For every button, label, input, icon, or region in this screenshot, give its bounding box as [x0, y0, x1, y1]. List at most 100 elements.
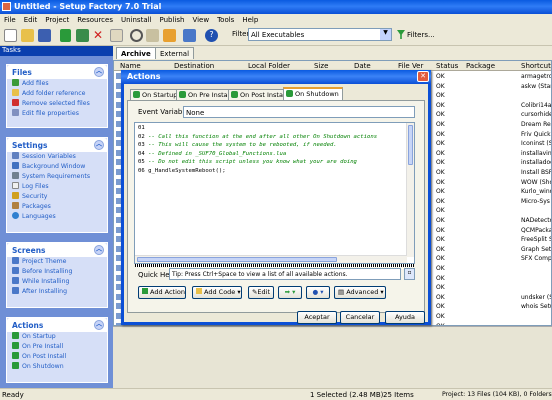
chevron-up-icon[interactable]: ︿ — [94, 245, 104, 255]
task-session-variables[interactable]: Session Variables — [7, 152, 107, 162]
tab-on-startup[interactable]: On Startup — [130, 89, 182, 100]
add-file-icon[interactable] — [60, 29, 71, 42]
task-after-installing[interactable]: After Installing — [7, 287, 107, 297]
menu-uninstall[interactable]: Uninstall — [117, 14, 156, 24]
chevron-up-icon[interactable]: ︿ — [94, 320, 104, 330]
task-system-requirements[interactable]: System Requirements — [7, 172, 107, 182]
filter-select[interactable]: All Executables ▼ — [248, 28, 392, 41]
column-destination[interactable]: Destination — [174, 62, 214, 70]
status-cell: OK — [436, 73, 445, 80]
actions-panel-title: Actions — [12, 321, 44, 330]
add-folder-icon[interactable] — [76, 29, 89, 42]
column-status[interactable]: Status — [436, 62, 458, 70]
task-edit-file-properties[interactable]: Edit file properties — [7, 109, 107, 119]
bottom-panel — [113, 326, 552, 388]
action-icon — [12, 352, 19, 359]
help-icon[interactable]: ? — [205, 29, 218, 42]
help-button[interactable]: Ayuda — [385, 311, 425, 324]
screens-panel-title: Screens — [12, 246, 46, 255]
chevron-up-icon[interactable]: ︿ — [94, 140, 104, 150]
task-label: System Requirements — [22, 173, 91, 180]
tab-archive[interactable]: Archive — [116, 47, 156, 59]
task-background-window[interactable]: Background Window — [7, 162, 107, 172]
theme-icon — [12, 257, 19, 264]
column-package[interactable]: Package — [466, 62, 495, 70]
menu-file[interactable]: File — [0, 14, 20, 24]
menu-project[interactable]: Project — [41, 14, 73, 24]
search-icon[interactable] — [130, 29, 143, 42]
column-shortcut[interactable]: Shortcut — [521, 62, 551, 70]
column-file-ver[interactable]: File Ver — [398, 62, 423, 70]
action-icon — [179, 91, 186, 98]
tab-on-pre-install[interactable]: On Pre Install — [176, 89, 236, 100]
save-icon[interactable] — [38, 29, 51, 42]
close-icon[interactable]: ✕ — [417, 71, 429, 82]
task-on-shutdown[interactable]: On Shutdown — [7, 362, 107, 372]
horizontal-scrollbar[interactable] — [135, 255, 407, 263]
menu-tools[interactable]: Tools — [213, 14, 238, 24]
ok-button[interactable]: Aceptar — [297, 311, 337, 324]
column-date[interactable]: Date — [354, 62, 371, 70]
quick-help-expand-icon[interactable]: ▫ — [404, 268, 415, 280]
open-folder-icon[interactable] — [21, 29, 34, 42]
screen-icon — [12, 277, 19, 284]
delete-icon[interactable]: ✕ — [93, 29, 106, 42]
script-editor[interactable]: 01 02 -- Call this function at the end a… — [134, 122, 415, 264]
build-icon[interactable] — [163, 29, 176, 42]
publish-icon[interactable] — [183, 29, 196, 42]
tab-on-post-install[interactable]: On Post Install — [228, 89, 291, 100]
cancel-button[interactable]: Cancelar — [340, 311, 380, 324]
screens-icon[interactable] — [146, 29, 159, 42]
move-button[interactable]: ➡ ▾ — [278, 286, 302, 299]
shortcut-cell: Dream Rer — [521, 121, 552, 128]
task-languages[interactable]: Languages — [7, 212, 107, 222]
status-cell: OK — [436, 169, 445, 176]
edit-button[interactable]: ✎Edit — [248, 286, 274, 299]
task-on-startup[interactable]: On Startup — [7, 332, 107, 342]
event-variables-value: None — [186, 109, 205, 117]
menu-help[interactable]: Help — [238, 14, 262, 24]
column-local-folder[interactable]: Local Folder — [248, 62, 290, 70]
task-project-theme[interactable]: Project Theme — [7, 257, 107, 267]
advanced-button[interactable]: ▤ Advanced ▾ — [334, 286, 386, 299]
status-project: Project: 13 Files (104 KB), 0 Folders — [442, 391, 552, 398]
task-while-installing[interactable]: While Installing — [7, 277, 107, 287]
task-security[interactable]: Security — [7, 192, 107, 202]
task-on-pre-install[interactable]: On Pre Install — [7, 342, 107, 352]
task-label: Before Installing — [22, 268, 73, 275]
line-text: g_HandleSystemReboot(); — [148, 167, 226, 174]
event-variables-field[interactable]: None — [183, 106, 415, 118]
new-file-icon[interactable] — [4, 29, 17, 42]
task-before-installing[interactable]: Before Installing — [7, 267, 107, 277]
status-cell: OK — [436, 82, 445, 90]
add-action-button[interactable]: Add Action — [138, 286, 186, 299]
task-log-files[interactable]: Log Files — [7, 182, 107, 192]
filters-button[interactable]: Filters... — [407, 31, 435, 39]
chevron-down-icon[interactable]: ▼ — [380, 29, 391, 40]
goto-button[interactable]: ● ▾ — [306, 286, 330, 299]
menu-view[interactable]: View — [188, 14, 213, 24]
tab-external[interactable]: External — [155, 47, 195, 59]
editor-splitter[interactable] — [135, 264, 414, 267]
task-on-post-install[interactable]: On Post Install — [7, 352, 107, 362]
vertical-scrollbar[interactable] — [406, 123, 414, 257]
task-add-files[interactable]: Add files — [7, 79, 107, 89]
task-packages[interactable]: Packages — [7, 202, 107, 212]
status-ready: Ready — [2, 391, 24, 399]
task-remove-selected-files[interactable]: Remove selected files — [7, 99, 107, 109]
menu-edit[interactable]: Edit — [20, 14, 42, 24]
tab-on-shutdown[interactable]: On Shutdown — [283, 87, 343, 101]
column-name[interactable]: Name — [120, 62, 141, 70]
task-label: Edit file properties — [22, 110, 79, 117]
column-size[interactable]: Size — [314, 62, 328, 70]
status-cell: OK — [436, 140, 445, 148]
task-add-folder-reference[interactable]: Add folder reference — [7, 89, 107, 99]
menu-resources[interactable]: Resources — [73, 14, 117, 24]
add-code-button[interactable]: Add Code ▾ — [192, 286, 242, 299]
chevron-up-icon[interactable]: ︿ — [94, 67, 104, 77]
properties-icon[interactable] — [110, 29, 123, 42]
button-label: Advanced — [346, 288, 379, 296]
status-cell: OK — [436, 217, 445, 224]
menu-publish[interactable]: Publish — [156, 14, 189, 24]
status-cell: OK — [436, 226, 445, 234]
